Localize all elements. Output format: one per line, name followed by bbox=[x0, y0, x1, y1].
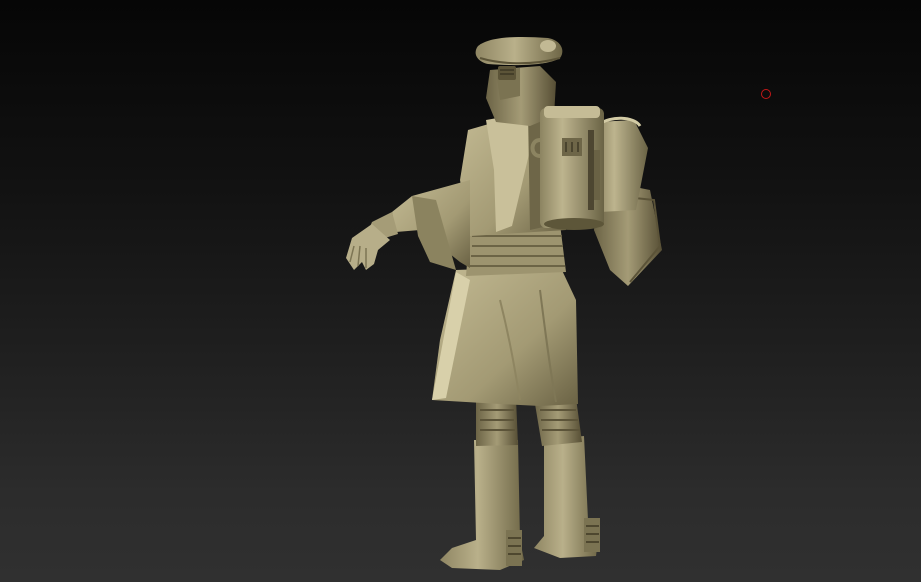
brush-cursor-ring-icon bbox=[761, 89, 771, 99]
left-arm bbox=[366, 180, 470, 270]
right-boot bbox=[534, 436, 600, 558]
sculpt-model[interactable] bbox=[0, 0, 921, 582]
robe-skirt bbox=[432, 266, 578, 406]
3d-viewport[interactable] bbox=[0, 0, 921, 582]
left-boot bbox=[440, 440, 524, 570]
helmet-cap bbox=[475, 36, 563, 66]
